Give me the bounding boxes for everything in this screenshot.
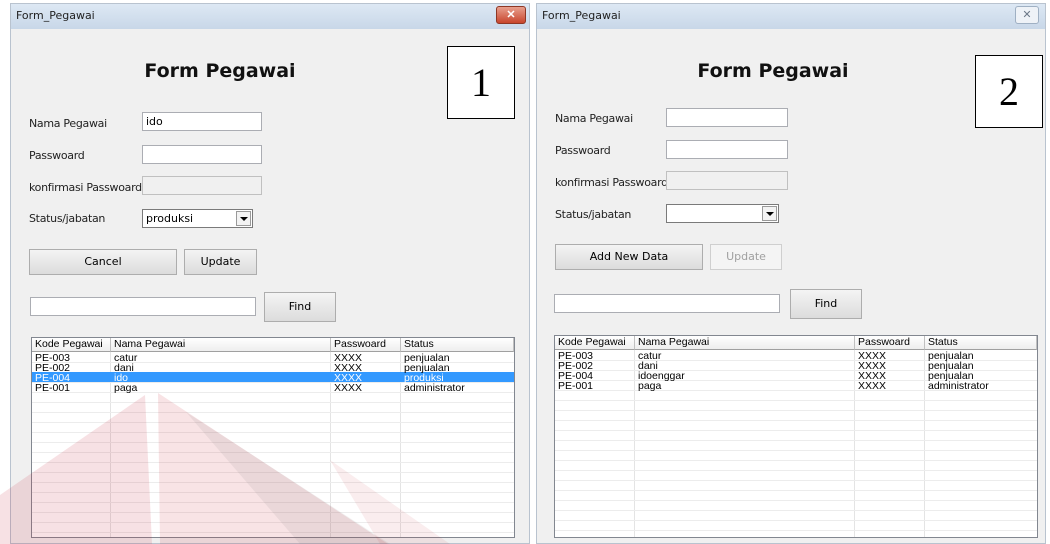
find-button[interactable]: Find xyxy=(790,289,862,319)
form-pegawai-window-2: Form_Pegawai ✕ Form Pegawai 2 Nama Pegaw… xyxy=(536,3,1046,544)
column-header-status[interactable]: Status xyxy=(925,336,1037,350)
table-cell: administrator xyxy=(404,382,465,394)
konfirmasi-password-input[interactable] xyxy=(666,171,788,190)
konfirmasi-password-label: konfirmasi Passwoard xyxy=(29,181,142,194)
row-divider xyxy=(555,470,1037,471)
status-jabatan-select[interactable] xyxy=(666,204,779,223)
row-divider xyxy=(32,412,514,413)
row-divider xyxy=(555,400,1037,401)
search-input[interactable] xyxy=(554,294,780,313)
nama-pegawai-label: Nama Pegawai xyxy=(555,112,633,125)
table-cell: PE-001 xyxy=(35,382,71,394)
table-cell: administrator xyxy=(928,380,989,392)
column-header-nama[interactable]: Nama Pegawai xyxy=(111,338,331,352)
row-divider xyxy=(555,530,1037,531)
table-cell: XXXX xyxy=(858,380,887,392)
table-cell: PE-001 xyxy=(558,380,594,392)
form-heading: Form Pegawai xyxy=(144,60,296,82)
pegawai-table[interactable]: Kode Pegawai Nama Pegawai Passwoard Stat… xyxy=(554,335,1038,538)
password-input[interactable] xyxy=(666,140,788,159)
row-divider xyxy=(555,440,1037,441)
panel-number-label: 1 xyxy=(447,46,515,119)
row-divider xyxy=(555,420,1037,421)
row-divider xyxy=(555,500,1037,501)
chevron-down-icon[interactable] xyxy=(762,206,777,221)
column-header-kode[interactable]: Kode Pegawai xyxy=(555,336,635,350)
title-bar: Form_Pegawai ✕ xyxy=(537,4,1045,29)
row-divider xyxy=(32,502,514,503)
update-button[interactable]: Update xyxy=(710,244,782,270)
update-button[interactable]: Update xyxy=(184,249,257,275)
row-divider xyxy=(32,442,514,443)
panel-number-label: 2 xyxy=(975,55,1043,128)
row-divider xyxy=(555,410,1037,411)
row-divider xyxy=(32,512,514,513)
password-label: Passwoard xyxy=(555,144,611,157)
chevron-down-icon[interactable] xyxy=(236,211,251,226)
form-heading: Form Pegawai xyxy=(697,60,849,82)
row-divider xyxy=(32,472,514,473)
status-jabatan-label: Status/jabatan xyxy=(555,208,632,221)
cancel-button[interactable]: Cancel xyxy=(29,249,177,275)
table-cell: paga xyxy=(114,382,138,394)
pegawai-table[interactable]: Kode Pegawai Nama Pegawai Passwoard Stat… xyxy=(31,337,515,538)
row-divider xyxy=(555,460,1037,461)
row-divider xyxy=(32,462,514,463)
konfirmasi-password-label: konfirmasi Passwoard xyxy=(555,176,668,189)
row-divider xyxy=(32,482,514,483)
form-pegawai-window-1: Form_Pegawai ✕ Form Pegawai 1 Nama Pegaw… xyxy=(10,3,530,544)
close-button[interactable]: ✕ xyxy=(496,6,526,24)
row-divider xyxy=(32,492,514,493)
status-jabatan-select[interactable]: produksi xyxy=(142,209,253,228)
table-cell: XXXX xyxy=(334,382,363,394)
close-button[interactable]: ✕ xyxy=(1015,6,1039,24)
find-button[interactable]: Find xyxy=(264,292,336,322)
column-header-kode[interactable]: Kode Pegawai xyxy=(32,338,111,352)
search-input[interactable] xyxy=(30,297,256,316)
password-input[interactable] xyxy=(142,145,262,164)
nama-pegawai-input[interactable] xyxy=(666,108,788,127)
status-jabatan-label: Status/jabatan xyxy=(29,212,106,225)
konfirmasi-password-input[interactable] xyxy=(142,176,262,195)
password-label: Passwoard xyxy=(29,149,85,162)
column-header-password[interactable]: Passwoard xyxy=(855,336,925,350)
nama-pegawai-input[interactable]: ido xyxy=(142,112,262,131)
table-cell: paga xyxy=(638,380,662,392)
nama-pegawai-label: Nama Pegawai xyxy=(29,117,107,130)
window-title: Form_Pegawai xyxy=(542,9,621,22)
title-bar: Form_Pegawai ✕ xyxy=(11,4,529,29)
row-divider xyxy=(555,490,1037,491)
column-header-nama[interactable]: Nama Pegawai xyxy=(635,336,855,350)
row-divider xyxy=(555,520,1037,521)
row-divider xyxy=(555,450,1037,451)
column-header-status[interactable]: Status xyxy=(401,338,514,352)
add-new-data-button[interactable]: Add New Data xyxy=(555,244,703,270)
row-divider xyxy=(32,522,514,523)
column-header-password[interactable]: Passwoard xyxy=(331,338,401,352)
row-divider xyxy=(32,432,514,433)
row-divider xyxy=(32,452,514,453)
window-title: Form_Pegawai xyxy=(16,9,95,22)
row-divider xyxy=(555,430,1037,431)
status-jabatan-value: produksi xyxy=(146,212,194,225)
row-divider xyxy=(32,402,514,403)
row-divider xyxy=(32,532,514,533)
row-divider xyxy=(555,480,1037,481)
row-divider xyxy=(555,510,1037,511)
row-divider xyxy=(32,422,514,423)
